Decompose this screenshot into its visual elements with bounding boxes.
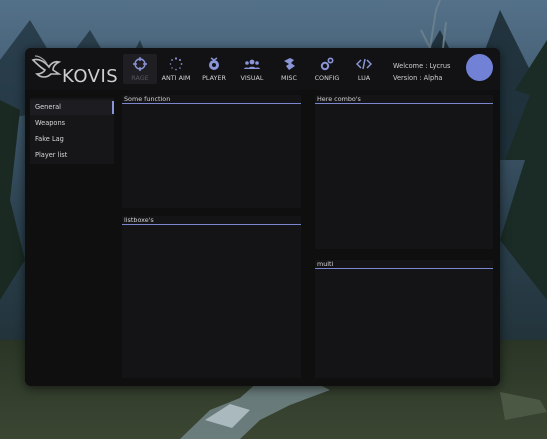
logo-text: KOVIS — [62, 66, 119, 87]
tab-visual[interactable]: VISUAL — [235, 54, 269, 84]
groupbox-listboxes: listboxe's — [122, 216, 301, 378]
header-bar: KOVIS RAGE ANTI AIM PLAYER VISUAL MISC C… — [25, 48, 500, 90]
tab-config[interactable]: CONFIG — [310, 54, 344, 84]
code-icon — [356, 58, 372, 70]
groupbox-combos: Here combo's — [315, 95, 493, 249]
welcome-info: Welcome : Lycrus Version : Alpha — [393, 60, 451, 84]
main-window: KOVIS RAGE ANTI AIM PLAYER VISUAL MISC C… — [25, 48, 500, 386]
sidebar-item-fake-lag[interactable]: Fake Lag — [30, 132, 114, 147]
misc-icon — [284, 58, 295, 70]
sidebar-item-general[interactable]: General — [30, 100, 114, 115]
welcome-text: Welcome : Lycrus — [393, 62, 451, 70]
logo: KOVIS — [31, 54, 121, 87]
tab-player[interactable]: PLAYER — [197, 54, 231, 84]
crosshair-icon — [133, 57, 147, 71]
sidebar: General Weapons Fake Lag Player list — [30, 98, 114, 164]
tab-anti-aim[interactable]: ANTI AIM — [159, 54, 193, 84]
sidebar-item-label: Player list — [35, 151, 68, 159]
tab-misc[interactable]: MISC — [272, 54, 306, 84]
avatar[interactable] — [466, 54, 493, 81]
active-indicator — [112, 101, 114, 114]
bird-logo-icon — [31, 55, 62, 78]
groupbox-title: listboxe's — [122, 216, 301, 225]
player-icon — [209, 57, 219, 70]
spinner-icon — [169, 57, 183, 71]
groupbox-some-function: Some function — [122, 95, 301, 208]
groupbox-title: multi — [315, 260, 493, 269]
sidebar-item-label: Weapons — [35, 119, 66, 127]
groupbox-multi: multi — [315, 260, 493, 378]
sidebar-item-label: Fake Lag — [35, 135, 64, 143]
tab-label: LUA — [357, 74, 371, 82]
sidebar-item-weapons[interactable]: Weapons — [30, 116, 114, 131]
sidebar-item-label: General — [35, 103, 61, 111]
version-text: Version : Alpha — [393, 74, 443, 82]
tab-rage[interactable]: RAGE — [123, 54, 157, 84]
sidebar-item-player-list[interactable]: Player list — [30, 148, 114, 163]
users-icon — [244, 59, 260, 69]
gears-icon — [320, 57, 334, 71]
groupbox-title: Some function — [122, 95, 301, 104]
groupbox-title: Here combo's — [315, 95, 493, 104]
tab-lua[interactable]: LUA — [347, 54, 381, 84]
